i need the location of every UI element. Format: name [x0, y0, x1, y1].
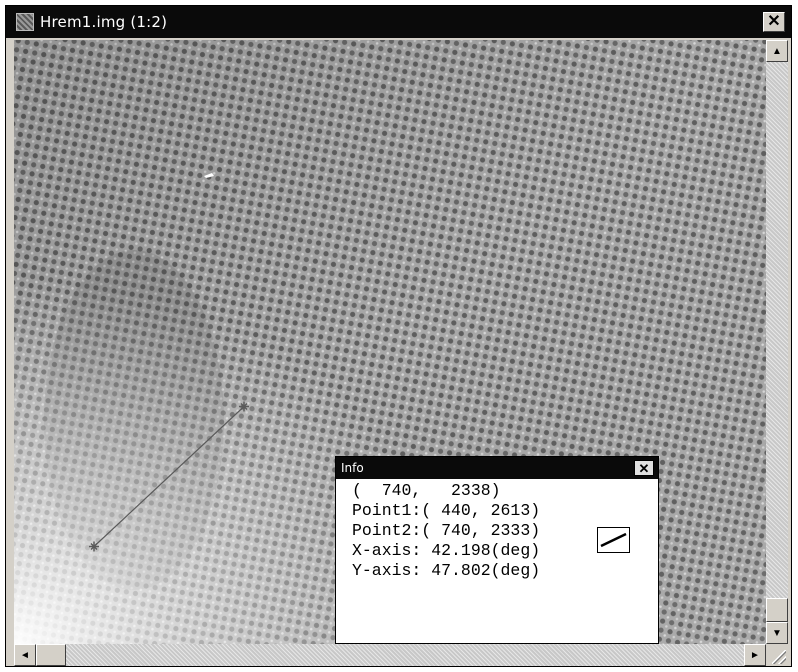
scroll-right-button[interactable]: ►: [744, 644, 766, 666]
close-icon: ✕: [638, 460, 650, 476]
vertical-scroll-thumb[interactable]: [766, 598, 788, 622]
scroll-up-button[interactable]: ▲: [766, 40, 788, 62]
info-readout: ( 740, 2338) Point1:( 440, 2613) Point2:( …: [352, 481, 540, 581]
arrow-right-icon: ►: [750, 649, 760, 661]
y-axis-angle: Y-axis: 47.802(deg): [352, 561, 541, 580]
arrow-down-icon: ▼: [772, 627, 782, 639]
horizontal-scrollbar[interactable]: ◄ ►: [14, 644, 766, 666]
title-bar[interactable]: Hrem1.img (1:2) ✕: [6, 6, 791, 38]
info-title-bar[interactable]: Info: [336, 457, 658, 479]
point2-readout: Point2:( 740, 2333): [352, 521, 541, 540]
close-icon: ✕: [767, 13, 781, 30]
scroll-down-button[interactable]: ▼: [766, 622, 788, 644]
vertical-scrollbar[interactable]: ▲ ▼: [766, 40, 788, 644]
info-panel: Info ✕ ( 740, 2338) Point1:( 440, 2613) Po…: [335, 456, 659, 644]
info-close-button[interactable]: ✕: [634, 460, 654, 476]
window-title: Hrem1.img (1:2): [40, 13, 168, 31]
info-title: Info: [341, 461, 364, 475]
point1-readout: Point1:( 440, 2613): [352, 501, 541, 520]
cursor-position: ( 740, 2338): [352, 481, 501, 500]
scroll-left-button[interactable]: ◄: [14, 644, 36, 666]
close-button[interactable]: ✕: [763, 12, 785, 32]
x-axis-angle: X-axis: 42.198(deg): [352, 541, 541, 560]
arrow-up-icon: ▲: [772, 45, 782, 57]
arrow-left-icon: ◄: [20, 649, 30, 661]
line-tool-icon: [597, 527, 630, 553]
size-box[interactable]: [766, 644, 788, 666]
image-file-icon: [16, 13, 34, 31]
resize-grip-icon[interactable]: [772, 650, 786, 664]
horizontal-scroll-thumb[interactable]: [36, 644, 66, 666]
